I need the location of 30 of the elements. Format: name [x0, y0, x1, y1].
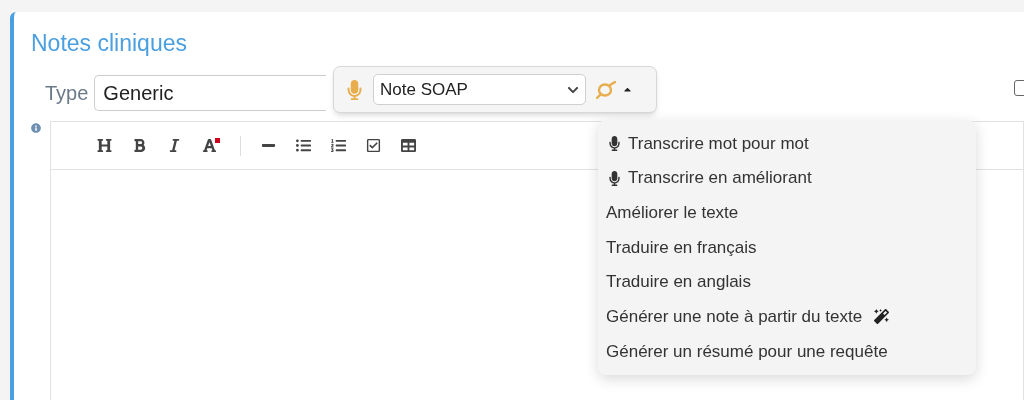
menu-item-label: Améliorer le texte [606, 201, 739, 224]
heading-icon[interactable] [97, 138, 112, 153]
template-select[interactable]: Note SOAP [373, 74, 586, 105]
microphone-icon [609, 135, 620, 151]
menu-item[interactable]: Transcrire en améliorant [606, 160, 976, 196]
numbered-list-icon[interactable] [331, 138, 346, 153]
menu-item[interactable]: Améliorer le texte [606, 195, 976, 231]
menu-item-label: Traduire en anglais [606, 271, 751, 294]
menu-item-label: Transcrire en améliorant [628, 167, 812, 190]
menu-item[interactable]: Générer une note à partir du texte [606, 299, 976, 335]
menu-item-label: Transcrire mot pour mot [628, 132, 809, 155]
menu-item[interactable]: Générer un résumé pour une requête [606, 334, 976, 369]
panel-title: Notes cliniques [31, 32, 188, 55]
menu-item-label: Générer une note à partir du texte [606, 306, 863, 329]
menu-item[interactable]: Traduire en anglais [606, 264, 976, 300]
microphone-icon [609, 170, 620, 186]
type-label: Type [45, 81, 89, 106]
type-field[interactable]: Generic [94, 75, 327, 111]
menu-item[interactable]: Transcrire mot pour mot [606, 126, 976, 161]
bullet-list-icon[interactable] [296, 138, 311, 153]
table-icon[interactable] [401, 138, 416, 153]
magic-wand-icon [874, 309, 890, 325]
menu-item-label: Générer un résumé pour une requête [606, 340, 888, 363]
info-icon[interactable] [31, 123, 41, 133]
bold-icon[interactable] [132, 138, 147, 153]
checklist-icon[interactable] [366, 138, 381, 153]
italic-icon[interactable] [167, 138, 182, 153]
menu-item[interactable]: Traduire en français [606, 230, 976, 265]
text-color-icon[interactable] [202, 137, 220, 154]
menu-item-label: Traduire en français [606, 236, 757, 259]
